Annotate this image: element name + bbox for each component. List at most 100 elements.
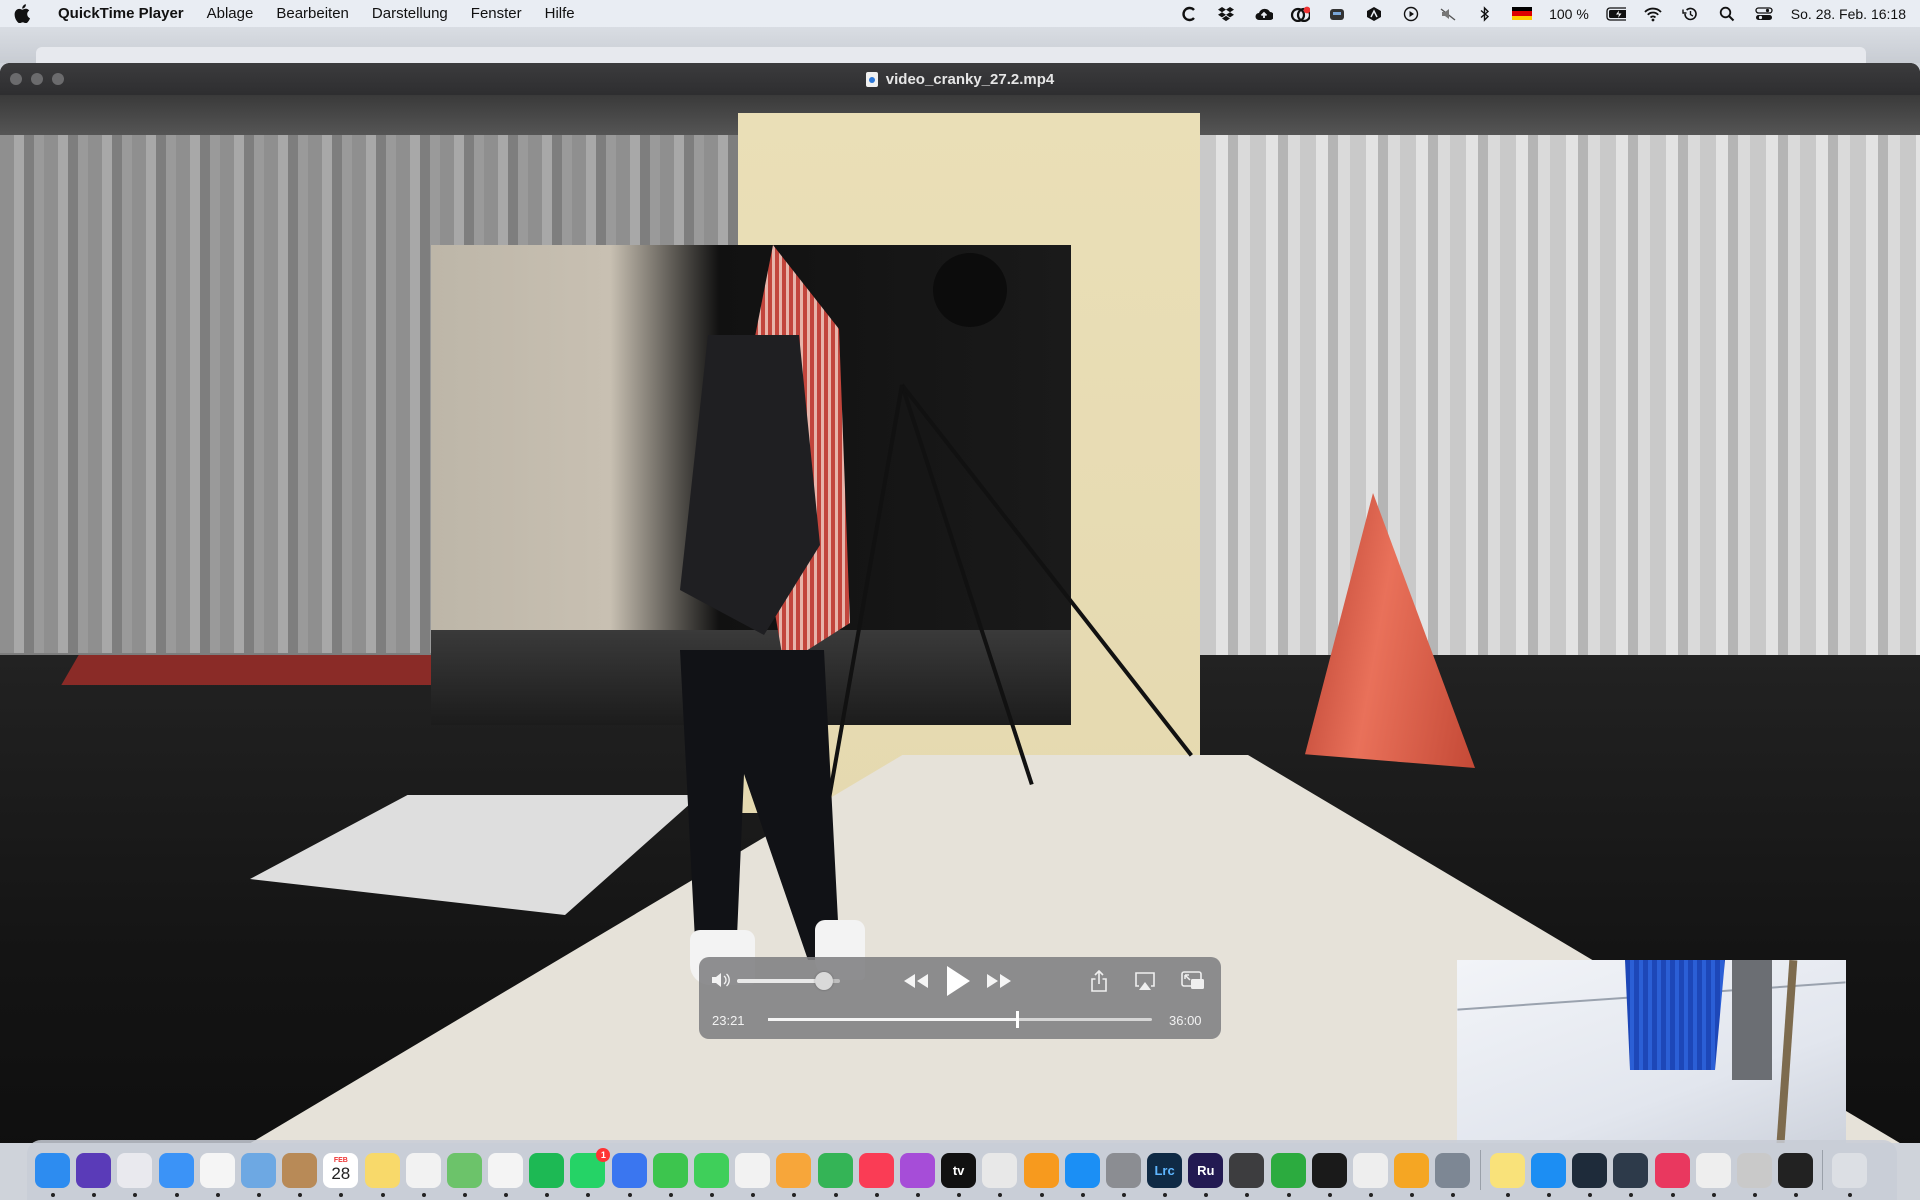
dock-numbers-icon[interactable] [817, 1152, 853, 1197]
menu-bearbeiten[interactable]: Bearbeiten [276, 5, 349, 22]
background-window [0, 27, 1920, 63]
airplay-icon[interactable] [1133, 970, 1157, 992]
dock-podcasts-icon[interactable] [899, 1152, 935, 1197]
picture-in-picture-video[interactable] [1457, 960, 1846, 1143]
dock-migration-icon[interactable] [1695, 1152, 1731, 1197]
dock-calendar-icon[interactable]: FEB 28 [323, 1152, 359, 1197]
wifi-icon[interactable] [1643, 5, 1663, 23]
dock-maps-icon[interactable] [446, 1152, 482, 1197]
dock-pages-icon[interactable] [776, 1152, 812, 1197]
dock-system-preferences-icon[interactable] [1105, 1152, 1141, 1197]
dock-stickies-icon[interactable] [1489, 1152, 1525, 1197]
total-time: 36:00 [1169, 1013, 1202, 1028]
dock-calculator-icon[interactable] [1229, 1152, 1265, 1197]
fast-forward-icon[interactable] [985, 970, 1013, 992]
dock-quicktime-icon[interactable] [1613, 1152, 1649, 1197]
dock-lightroom-classic-icon[interactable]: Lrc [1147, 1152, 1183, 1197]
menu-darstellung[interactable]: Darstellung [372, 5, 448, 22]
time-machine-icon[interactable] [1680, 5, 1700, 23]
dock-running-indicator [998, 1192, 1003, 1197]
close-button[interactable] [10, 73, 22, 85]
search-icon[interactable] [1717, 5, 1737, 23]
dock-whatsapp-icon[interactable]: 1 [570, 1147, 611, 1197]
menu-fenster[interactable]: Fenster [471, 5, 522, 22]
dock-chrome-icon[interactable] [199, 1152, 235, 1197]
volume-slider[interactable] [737, 972, 840, 990]
dock-running-indicator [256, 1192, 261, 1197]
playhead[interactable] [1016, 1011, 1020, 1028]
dock-running-indicator [1039, 1192, 1044, 1197]
c-icon[interactable] [1179, 5, 1199, 23]
zoom-button[interactable] [52, 73, 64, 85]
creative-cloud-icon[interactable] [1290, 5, 1311, 23]
dock-screenshot-icon[interactable] [982, 1152, 1018, 1197]
apple-icon[interactable] [14, 4, 32, 24]
dock-finder-icon[interactable] [35, 1152, 70, 1197]
pip-legs [1732, 960, 1772, 1080]
menu-bar: QuickTime Player Ablage Bearbeiten Darst… [0, 0, 1920, 27]
dock-reminders-icon[interactable] [405, 1152, 441, 1197]
dock-premiere-rush-icon[interactable]: Ru [1188, 1152, 1224, 1197]
dock-apple-tv-icon[interactable]: tv [941, 1152, 977, 1197]
dock-running-indicator [627, 1192, 632, 1197]
dock-textedit-icon[interactable] [735, 1152, 771, 1197]
dock-contacts-icon[interactable] [282, 1152, 318, 1197]
menu-bar-clock[interactable]: So. 28. Feb. 16:18 [1791, 6, 1906, 22]
menu-hilfe[interactable]: Hilfe [545, 5, 575, 22]
muted-icon[interactable] [1438, 5, 1458, 23]
dock-facetime-icon[interactable] [652, 1152, 688, 1197]
dock-books-icon[interactable] [1023, 1152, 1059, 1197]
dock-running-indicator [1629, 1192, 1634, 1197]
menu-app-name[interactable]: QuickTime Player [58, 5, 184, 22]
dock-prompt-icon[interactable] [1572, 1152, 1608, 1197]
play-icon[interactable] [943, 964, 973, 998]
dock-film-strip-icon[interactable] [1778, 1152, 1814, 1197]
video-black-lamp [933, 253, 1007, 327]
dock-safari-icon[interactable] [1530, 1152, 1566, 1197]
dock-spotify-icon[interactable] [529, 1152, 565, 1197]
vpn-icon[interactable] [1327, 5, 1347, 23]
window-titlebar[interactable]: video_cranky_27.2.mp4 [0, 63, 1920, 95]
timeline-scrubber[interactable] [768, 1011, 1152, 1028]
dock-running-indicator [421, 1192, 426, 1197]
dock-photos-icon[interactable] [488, 1152, 524, 1197]
status-area: 100 % So. 28. Feb. 16:18 [1179, 5, 1906, 23]
dock-solitaire-icon[interactable] [1353, 1152, 1388, 1197]
share-icon[interactable] [1088, 969, 1110, 993]
minimize-button[interactable] [31, 73, 43, 85]
dropbox-icon[interactable] [1216, 5, 1236, 23]
dock-notes-icon[interactable] [364, 1152, 400, 1197]
menu-ablage[interactable]: Ablage [207, 5, 254, 22]
dock-siri-icon[interactable] [76, 1152, 112, 1197]
dock-keynote-icon[interactable] [1394, 1152, 1430, 1197]
dock-running-indicator [751, 1192, 756, 1197]
dock-creative-cloud-icon[interactable] [1654, 1152, 1690, 1197]
german-flag-icon[interactable] [1512, 7, 1533, 20]
nordvpn-icon[interactable] [1364, 5, 1384, 23]
dock-app-store-icon[interactable] [1064, 1152, 1100, 1197]
dock-lightroom-classic-label: Lrc [1154, 1162, 1175, 1178]
dock-disk-utility-icon[interactable] [1736, 1152, 1772, 1197]
dock-preview-icon[interactable] [240, 1152, 276, 1197]
control-center-icon[interactable] [1754, 5, 1774, 23]
battery-icon[interactable] [1606, 5, 1626, 23]
cloud-upload-icon[interactable] [1253, 5, 1274, 23]
video-curtain-right [1200, 113, 1920, 693]
dock-launchpad-icon[interactable] [117, 1152, 153, 1197]
dock-activity-ring-app-icon[interactable] [1311, 1152, 1347, 1197]
rewind-icon[interactable] [902, 970, 930, 992]
picture-in-picture-icon[interactable] [1181, 970, 1205, 992]
dock-signal-icon[interactable] [611, 1152, 647, 1197]
dock-mail-icon[interactable] [158, 1152, 194, 1197]
dock-messages-icon[interactable] [694, 1152, 729, 1197]
volume-slider-knob[interactable] [814, 972, 833, 990]
bluetooth-icon[interactable] [1475, 5, 1495, 23]
dock-music-icon[interactable] [858, 1152, 894, 1197]
dock-running-indicator [51, 1192, 55, 1197]
volume-icon[interactable] [711, 970, 731, 990]
dock-archive-utility-icon[interactable] [1435, 1152, 1471, 1197]
dock-trash-icon[interactable] [1832, 1152, 1868, 1197]
play-circle-icon[interactable] [1401, 5, 1421, 23]
dock-pie-chart-app-icon[interactable] [1270, 1152, 1306, 1197]
dock-running-indicator [668, 1192, 673, 1197]
